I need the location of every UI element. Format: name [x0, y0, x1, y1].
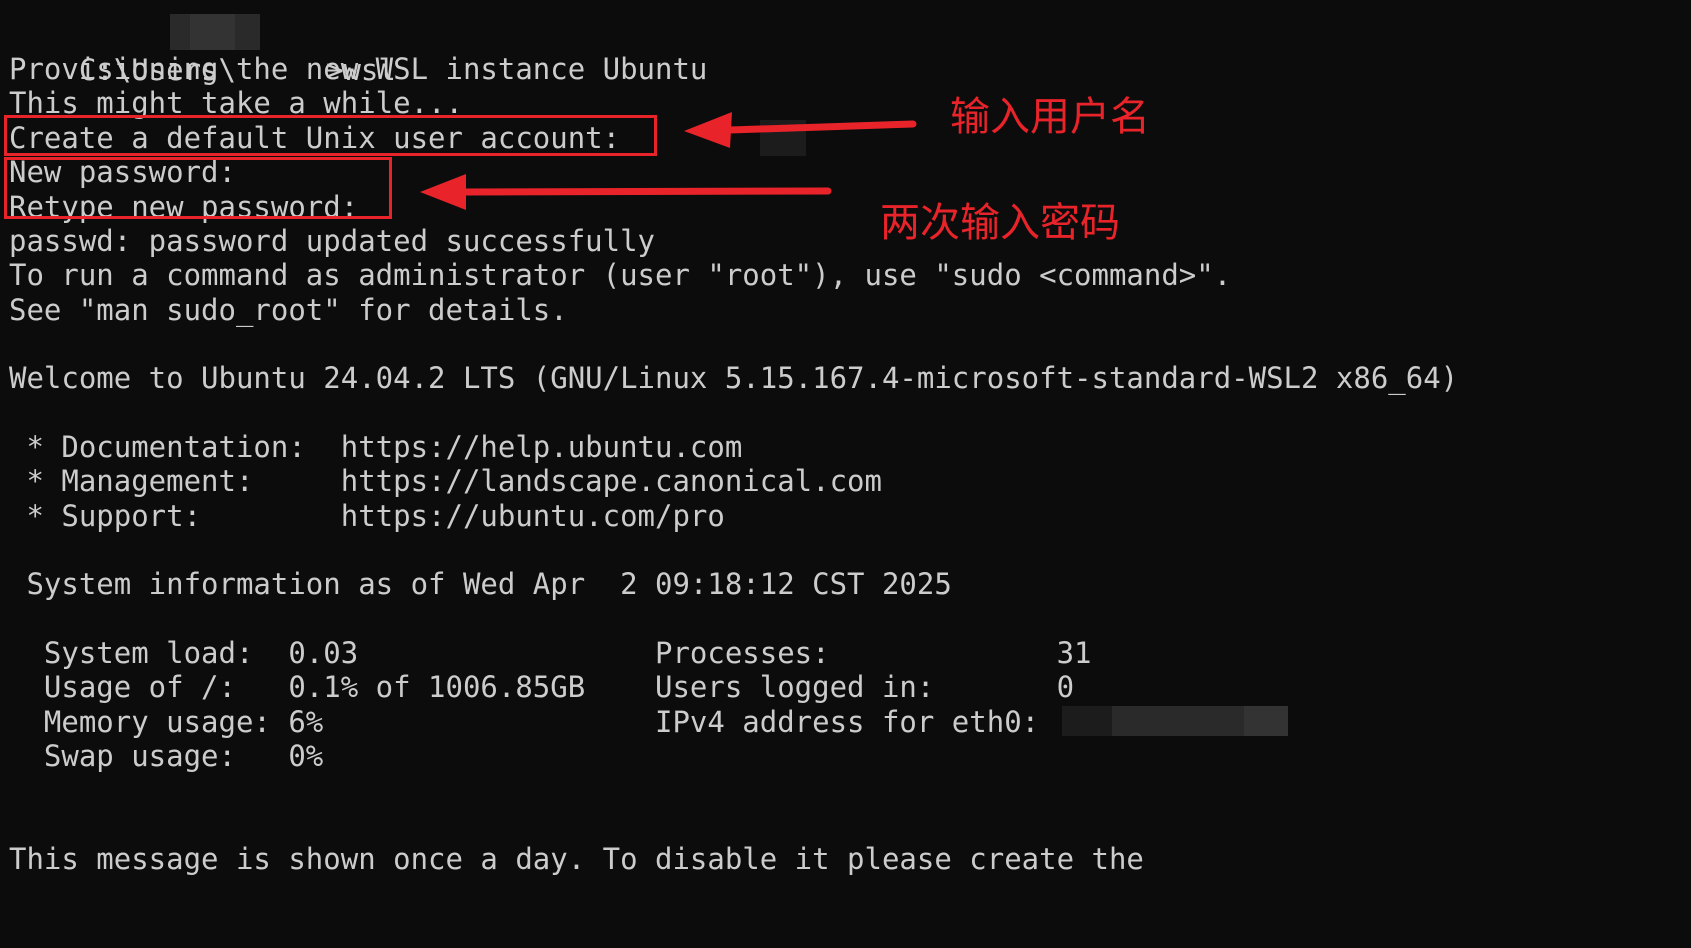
output-see-man: See "man sudo_root" for details. — [9, 293, 568, 327]
redacted-entered-username — [760, 120, 806, 156]
stat-swap: Swap usage: 0% — [9, 739, 324, 773]
highlight-box-username-prompt — [4, 115, 657, 156]
stat-users-logged: Users logged in: 0 — [655, 670, 1075, 704]
stat-system-load: System load: 0.03 — [9, 636, 359, 670]
output-system-info: System information as of Wed Apr 2 09:18… — [9, 567, 952, 601]
output-management: * Management: https://landscape.canonica… — [9, 464, 882, 498]
stat-memory: Memory usage: 6% — [9, 705, 324, 739]
output-run-as-admin: To run a command as administrator (user … — [9, 258, 1232, 292]
stat-usage: Usage of /: 0.1% of 1006.85GB — [9, 670, 586, 704]
redacted-ip-part2 — [1112, 706, 1244, 736]
redacted-username-block — [190, 14, 235, 50]
annotation-password-note: 两次输入密码 — [880, 200, 1120, 246]
annotation-username-note: 输入用户名 — [950, 94, 1150, 140]
output-provisioning: Provisioning the new WSL instance Ubuntu — [9, 52, 708, 86]
output-documentation: * Documentation: https://help.ubuntu.com — [9, 430, 743, 464]
redacted-ip-part1 — [1062, 706, 1112, 736]
highlight-box-password-prompts — [4, 157, 392, 219]
stat-processes: Processes: 31 — [655, 636, 1092, 670]
output-support: * Support: https://ubuntu.com/pro — [9, 499, 725, 533]
arrow-icon-password — [420, 174, 832, 210]
stat-ipv4: IPv4 address for eth0: — [655, 705, 1040, 739]
redacted-ip-part3 — [1244, 706, 1288, 736]
output-welcome: Welcome to Ubuntu 24.04.2 LTS (GNU/Linux… — [9, 361, 1459, 395]
output-message-once: This message is shown once a day. To dis… — [9, 842, 1144, 876]
terminal-window[interactable]: C:\Users\ >wsl Provisioning the new WSL i… — [0, 0, 1691, 948]
output-passwd-updated: passwd: password updated successfully — [9, 224, 656, 258]
